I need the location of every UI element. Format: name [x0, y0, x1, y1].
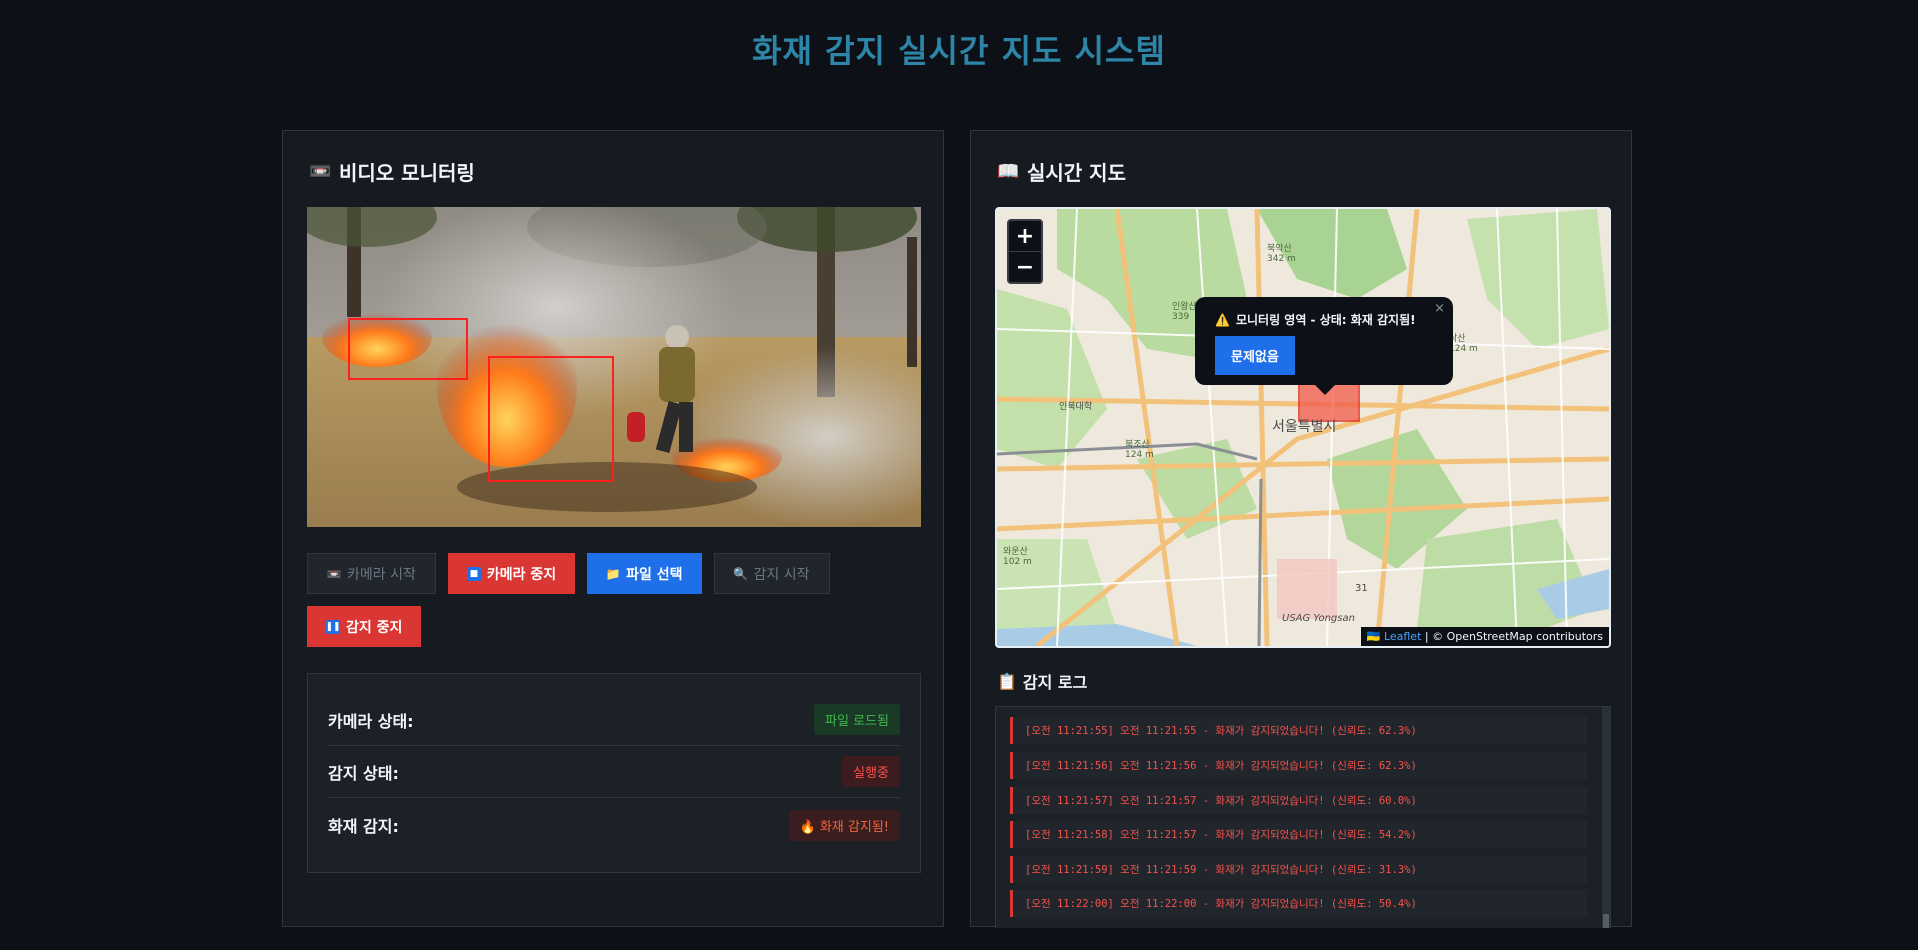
map-label-bukhansan: 북악산 — [1267, 242, 1292, 254]
scrollbar-thumb[interactable] — [1603, 914, 1609, 928]
file-select-button[interactable]: 📁 파일 선택 — [587, 553, 702, 594]
camera-start-button[interactable]: 📼 카메라 시작 — [307, 553, 436, 594]
map-label-inwangsan: 인왕산 — [1172, 301, 1197, 312]
page-title: 화재 감지 실시간 지도 시스템 — [752, 32, 1166, 70]
log-entry: [오전 11:21:57] 오전 11:21:57 - 화재가 감지되었습니다!… — [1010, 787, 1587, 814]
map-label-naksan-h: 124 m — [1449, 344, 1478, 354]
log-title: 감지 로그 — [1022, 673, 1088, 692]
map-icon: 📖 — [997, 161, 1020, 182]
camera-icon: 📼 — [326, 566, 342, 581]
detect-status-label: 감지 상태: — [328, 763, 399, 783]
zoom-control: + − — [1007, 219, 1043, 284]
map-view[interactable]: 서울특별시 USAG Yongsan 31 북악산 342 m 인왕산 339 … — [995, 207, 1611, 648]
map-attribution: 🇺🇦 Leaflet | © OpenStreetMap contributor… — [1360, 627, 1609, 646]
camera-icon: 📼 — [309, 161, 332, 182]
video-feed — [307, 207, 921, 527]
log-entry: [오전 11:21:56] 오전 11:21:56 - 화재가 감지되었습니다!… — [1010, 752, 1587, 779]
camera-status-label: 카메라 상태: — [328, 711, 414, 731]
camera-status-badge: 파일 로드됨 — [814, 704, 900, 735]
fire-status-badge: 🔥 화재 감지됨! — [788, 809, 900, 841]
fire-status-label: 화재 감지: — [328, 817, 399, 836]
stop-icon: ■ — [466, 566, 481, 581]
zoom-out-button[interactable]: − — [1009, 252, 1041, 282]
clipboard-icon: 📋 — [997, 671, 1017, 691]
map-panel-title: 실시간 지도 — [1027, 161, 1126, 185]
log-list[interactable]: [오전 11:21:55] 오전 11:21:55 - 화재가 감지되었습니다!… — [995, 706, 1611, 928]
camera-status-row: 카메라 상태: 파일 로드됨 — [328, 694, 900, 746]
log-entry: [오전 11:21:59] 오전 11:21:59 - 화재가 감지되었습니다!… — [1010, 856, 1587, 883]
video-frame-image — [307, 207, 921, 527]
leaflet-link[interactable]: Leaflet — [1384, 630, 1421, 643]
map-panel: 📖 실시간 지도 서울특별시 USAG Yongsan 31 북악산 342 m… — [970, 130, 1632, 928]
osm-attribution: | © OpenStreetMap contributors — [1424, 630, 1603, 643]
map-label-route: 31 — [1355, 583, 1368, 594]
detect-start-button[interactable]: 🔍 감지 시작 — [713, 553, 830, 594]
search-icon: 🔍 — [733, 566, 749, 581]
map-label-bukjoksan: 북조산 — [1125, 439, 1150, 450]
camera-stop-button[interactable]: ■ 카메라 중지 — [447, 553, 576, 594]
map-label-bukhansan-h: 342 m — [1267, 254, 1296, 264]
map-label-waeunsan: 와운산 — [1003, 545, 1028, 557]
detect-status-row: 감지 상태: 실행중 — [328, 746, 900, 798]
video-panel: 📼 비디오 모니터링 📼 카메라 시작 ■ 카메라 중지 📁 파일 선택 🔍 감… — [282, 130, 944, 927]
video-panel-title: 비디오 모니터링 — [339, 161, 475, 185]
map-label-bukjoksan-h: 124 m — [1125, 450, 1154, 460]
pause-icon: ❚❚ — [325, 619, 341, 634]
no-problem-button[interactable]: 문제없음 — [1215, 336, 1295, 375]
detect-stop-button[interactable]: ❚❚ 감지 중지 — [307, 606, 422, 647]
folder-icon: 📁 — [605, 566, 621, 581]
map-label-center: 서울특별시 — [1272, 419, 1336, 435]
map-label-university: 인북대학 — [1059, 401, 1092, 412]
log-entry: [오전 11:22:00] 오전 11:22:00 - 화재가 감지되었습니다!… — [1010, 890, 1587, 917]
map-label-waeunsan-h: 102 m — [1003, 557, 1032, 567]
map-popup: × ⚠️ 모니터링 영역 - 상태: 화재 감지됨! 문제없음 — [1195, 297, 1453, 395]
fire-icon: 🔥 — [799, 819, 816, 835]
log-entry: [오전 11:21:55] 오전 11:21:55 - 화재가 감지되었습니다!… — [1010, 717, 1587, 744]
map-tiles: 서울특별시 USAG Yongsan 31 북악산 342 m 인왕산 339 … — [997, 209, 1609, 646]
detect-status-badge: 실행중 — [842, 756, 900, 787]
zoom-in-button[interactable]: + — [1009, 221, 1041, 252]
video-controls: 📼 카메라 시작 ■ 카메라 중지 📁 파일 선택 🔍 감지 시작 ❚❚ 감지 … — [307, 553, 927, 647]
fire-status-row: 화재 감지: 🔥 화재 감지됨! — [328, 799, 900, 851]
map-label-yongsan: USAG Yongsan — [1282, 613, 1355, 624]
warning-icon: ⚠️ — [1215, 312, 1230, 327]
map-label-inwangsan-h: 339 — [1172, 312, 1189, 322]
log-scrollbar[interactable] — [1602, 707, 1610, 928]
log-entry: [오전 11:21:58] 오전 11:21:57 - 화재가 감지되었습니다!… — [1010, 821, 1587, 848]
popup-title: 모니터링 영역 - 상태: 화재 감지됨! — [1235, 313, 1416, 327]
status-box: 카메라 상태: 파일 로드됨 감지 상태: 실행중 화재 감지: 🔥 화재 감지… — [307, 673, 921, 873]
ukraine-flag-icon: 🇺🇦 — [1366, 630, 1381, 643]
popup-close-button[interactable]: × — [1434, 301, 1445, 316]
